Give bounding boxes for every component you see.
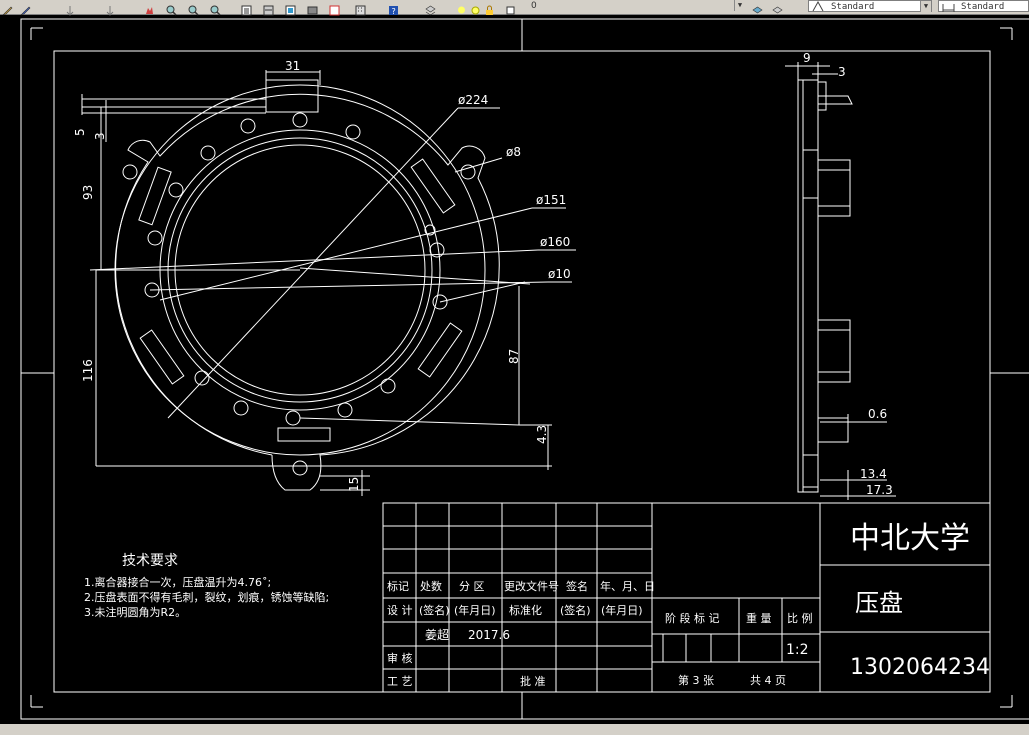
title-drawing-number: 1302064234 (850, 655, 990, 680)
zoom-realtime-icon[interactable] (166, 1, 177, 16)
lbl-scale: 比 例 (787, 611, 813, 625)
layer-previous-icon[interactable] (772, 1, 783, 14)
lbl-ymd-2: (年月日) (601, 603, 643, 617)
zoom-window-icon[interactable] (188, 1, 199, 16)
dim-87: 87 (507, 349, 521, 364)
front-view (81, 70, 576, 496)
toolbar: ? 0 ▼ Standard ▼ Standard (0, 0, 1029, 16)
lbl-process: 工 艺 (387, 675, 413, 688)
edit-icon[interactable] (20, 1, 31, 16)
lbl-approve: 批 准 (520, 674, 546, 688)
dim-116: 116 (81, 359, 95, 382)
tech-requirements-title: 技术要求 (122, 553, 178, 569)
layer-dropdown[interactable]: ▼ (420, 0, 745, 12)
hdr-zone: 分 区 (459, 580, 485, 593)
tech-requirement-1: 1.离合器接合一次，压盘温升为4.76˚; (84, 575, 271, 589)
dim-style-dropdown[interactable]: Standard (938, 0, 1029, 12)
dim-93: 93 (81, 185, 95, 200)
leader-lines (89, 107, 576, 419)
hdr-ymd: 年、月、日 (600, 579, 655, 593)
chevron-down-icon[interactable]: ▼ (920, 1, 931, 12)
dim-13-4: 13.4 (860, 467, 887, 481)
dim-0-6: 0.6 (868, 407, 887, 421)
scale-value: 1:2 (786, 642, 809, 658)
text-style-icon (812, 0, 826, 16)
hdr-docno: 更改文件号 (504, 579, 559, 593)
total-pages: 共 4 页 (750, 674, 786, 687)
title-part-name: 压盘 (855, 589, 903, 617)
design-date: 2017.6 (468, 628, 510, 642)
lbl-sign-2: (签名) (560, 603, 591, 617)
dim-dia-224: ø224 (458, 93, 488, 107)
pan-icon[interactable] (144, 1, 155, 14)
lbl-standardization: 标准化 (509, 603, 542, 617)
dim-dia-8: ø8 (506, 145, 521, 159)
designer-name: 姜超 (425, 627, 449, 642)
lbl-review: 审 核 (387, 651, 413, 665)
markup-icon[interactable] (329, 1, 340, 16)
dim-31: 31 (285, 59, 300, 73)
tool-palette-icon[interactable] (285, 1, 296, 16)
dim-style-icon (942, 1, 956, 16)
lbl-stage-mark: 阶 段 标 记 (665, 611, 720, 625)
pencil-icon[interactable] (2, 1, 13, 16)
redo-icon[interactable] (105, 1, 116, 16)
hdr-sign: 签名 (566, 579, 588, 593)
dim-dia-10: ø10 (548, 267, 571, 281)
undo-icon[interactable] (65, 1, 76, 16)
hdr-count: 处数 (420, 580, 442, 593)
dim-15: 15 (347, 477, 361, 492)
dim-style-value: Standard (961, 2, 1005, 12)
bolt-holes (144, 112, 448, 426)
status-bar (0, 724, 1029, 735)
lbl-design: 设 计 (387, 604, 413, 617)
drawing-canvas[interactable]: 31 5 3 93 116 ø224 ø8 ø151 ø160 ø10 87 4… (0, 15, 1029, 724)
dim-3-right: 3 (838, 65, 846, 79)
lbl-ymd-1: (年月日) (454, 603, 496, 617)
dim-17-3: 17.3 (866, 483, 893, 497)
help-icon[interactable]: ? (388, 1, 399, 16)
chevron-down-icon[interactable]: ▼ (734, 0, 745, 11)
design-center-icon[interactable] (263, 1, 274, 16)
text-style-value: Standard (831, 2, 875, 12)
lug-hole (292, 460, 308, 476)
lug-hole (122, 164, 138, 180)
tech-requirement-3: 3.未注明圆角为R2。 (84, 605, 186, 619)
text-style-dropdown[interactable]: Standard ▼ (808, 0, 932, 12)
dim-3-left: 3 (93, 132, 107, 140)
sheet-number: 第 3 张 (678, 673, 714, 687)
dim-5: 5 (73, 128, 87, 136)
dim-dia-151: ø151 (536, 193, 566, 207)
dim-dia-160: ø160 (540, 235, 570, 249)
make-current-icon[interactable] (752, 1, 763, 14)
lbl-sign-1: (签名) (419, 603, 450, 617)
lbl-weight: 重 量 (746, 611, 772, 625)
calculator-icon[interactable] (355, 1, 366, 16)
properties-icon[interactable] (241, 1, 252, 16)
dim-4-3: 4.3 (535, 425, 549, 444)
flange-outline (115, 93, 500, 491)
title-school: 中北大学 (850, 521, 970, 556)
zoom-previous-icon[interactable] (210, 1, 221, 16)
tech-requirement-2: 2.压盘表面不得有毛刺，裂纹，划痕，锈蚀等缺陷; (84, 590, 329, 604)
dim-9: 9 (803, 51, 811, 65)
side-view (785, 62, 896, 500)
sheet-set-icon[interactable] (307, 1, 318, 15)
hdr-mark: 标记 (387, 579, 409, 593)
